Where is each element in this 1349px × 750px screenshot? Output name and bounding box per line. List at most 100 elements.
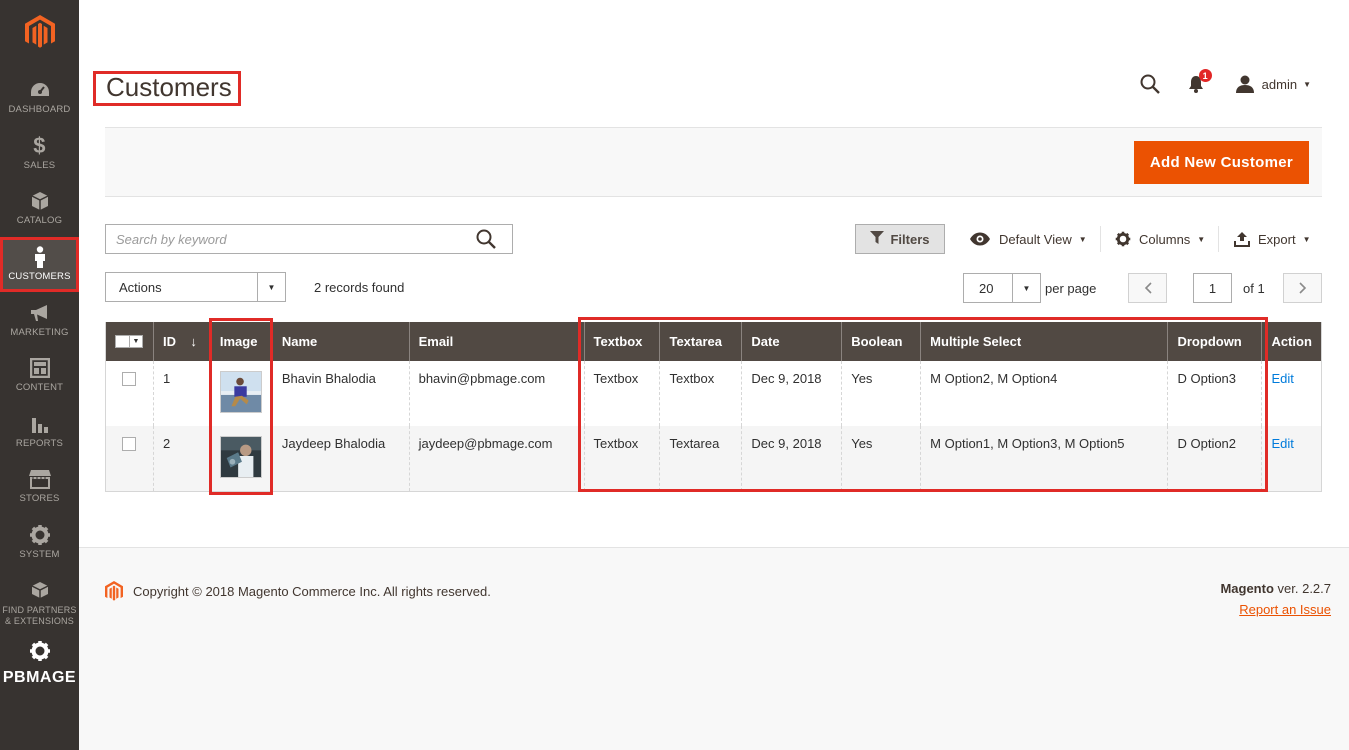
column-header-dropdown[interactable]: Dropdown <box>1167 322 1262 361</box>
page-footer: Copyright © 2018 Magento Commerce Inc. A… <box>79 547 1349 750</box>
actions-label: Actions <box>119 279 162 295</box>
edit-link[interactable]: Edit <box>1271 371 1293 386</box>
sidebar-item-sales[interactable]: $ SALES <box>0 126 79 182</box>
notifications-button[interactable]: 1 <box>1188 69 1212 93</box>
cell-multiple-select: M Option1, M Option3, M Option5 <box>920 426 1168 492</box>
mass-actions-select[interactable]: Actions ▼ <box>105 272 286 302</box>
copyright-text: Copyright © 2018 Magento Commerce Inc. A… <box>133 584 491 599</box>
sidebar-item-label: CUSTOMERS <box>8 271 71 283</box>
customer-photo[interactable] <box>219 371 262 413</box>
table-row[interactable]: 2 Jaydeep Bhalodia jaydeep@pbmage.com Te… <box>105 426 1322 492</box>
toolbar-divider <box>1218 226 1219 252</box>
customers-grid: ▼ ID ↓ Image Name Email Textbox Textarea … <box>105 322 1322 492</box>
cell-id: 2 <box>152 426 211 492</box>
gear-icon <box>1115 231 1131 247</box>
page-number-input[interactable]: 1 <box>1193 273 1232 303</box>
magento-logo[interactable] <box>0 0 79 64</box>
footer-version: ver. 2.2.7 <box>1273 581 1331 596</box>
column-header-image[interactable]: Image <box>209 322 273 361</box>
filters-button[interactable]: Filters <box>855 224 945 254</box>
records-found: 2 records found <box>314 280 405 295</box>
sidebar-item-label: STORES <box>19 493 60 505</box>
filters-label: Filters <box>890 231 930 247</box>
dashboard-icon <box>29 79 51 101</box>
cell-name: Bhavin Bhalodia <box>271 361 410 426</box>
admin-user-menu[interactable]: admin ▼ <box>1235 75 1311 93</box>
export-label: Export <box>1258 231 1296 247</box>
chevron-down-icon: ▼ <box>1012 274 1040 302</box>
export-dropdown[interactable]: Export ▼ <box>1234 224 1311 254</box>
cell-date: Dec 9, 2018 <box>741 426 842 492</box>
chevron-left-icon <box>1144 282 1152 294</box>
cell-multiple-select: M Option2, M Option4 <box>920 361 1168 426</box>
person-icon <box>33 246 47 269</box>
column-header-name[interactable]: Name <box>271 322 410 361</box>
copyright: Copyright © 2018 Magento Commerce Inc. A… <box>105 581 491 602</box>
sidebar-item-catalog[interactable]: CATALOG <box>0 181 79 237</box>
row-checkbox[interactable] <box>122 437 136 451</box>
toolbar-divider <box>1100 226 1101 252</box>
megaphone-icon <box>29 302 51 324</box>
sort-arrow-icon: ↓ <box>190 334 197 349</box>
user-icon <box>1235 75 1254 93</box>
sidebar-item-label: FIND PARTNERS <box>2 604 77 615</box>
search-input[interactable] <box>106 225 466 253</box>
sidebar-item-stores[interactable]: STORES <box>0 459 79 515</box>
column-header-textbox[interactable]: Textbox <box>583 322 660 361</box>
add-new-customer-button[interactable]: Add New Customer <box>1133 141 1309 184</box>
customer-photo[interactable] <box>219 436 262 478</box>
column-header-textarea[interactable]: Textarea <box>659 322 742 361</box>
default-view-dropdown[interactable]: Default View ▼ <box>969 224 1087 254</box>
sidebar-item-label: SALES <box>23 159 56 171</box>
sidebar-nav: DASHBOARD $ SALES CATALOG CUSTOMERS MARK… <box>0 70 79 636</box>
cell-boolean: Yes <box>841 361 921 426</box>
cell-action: Edit <box>1261 361 1322 426</box>
sidebar-item-label-2: & EXTENSIONS <box>5 615 74 626</box>
sidebar-item-marketing[interactable]: MARKETING <box>0 292 79 348</box>
chevron-right-icon <box>1298 282 1306 294</box>
per-page-select[interactable]: 20 ▼ <box>963 273 1041 303</box>
select-all-header[interactable]: ▼ <box>105 322 154 361</box>
chevron-down-icon: ▼ <box>1197 234 1206 244</box>
layout-icon <box>29 357 50 379</box>
row-checkbox[interactable] <box>122 372 136 386</box>
cube-icon <box>30 190 50 212</box>
sidebar-item-label: MARKETING <box>10 326 69 338</box>
bar-chart-icon <box>30 413 50 435</box>
view-label: Default View <box>999 231 1072 247</box>
edit-link[interactable]: Edit <box>1271 436 1293 451</box>
sidebar-item-system[interactable]: SYSTEM <box>0 515 79 571</box>
dollar-icon: $ <box>33 132 46 158</box>
column-header-action: Action <box>1261 322 1322 361</box>
column-header-id[interactable]: ID ↓ <box>152 322 211 361</box>
admin-sidebar: DASHBOARD $ SALES CATALOG CUSTOMERS MARK… <box>0 0 79 750</box>
report-issue-link[interactable]: Report an Issue <box>1220 602 1331 617</box>
column-header-email[interactable]: Email <box>408 322 584 361</box>
eye-icon <box>969 232 991 246</box>
column-header-boolean[interactable]: Boolean <box>841 322 921 361</box>
sidebar-item-reports[interactable]: REPORTS <box>0 404 79 460</box>
brand-label: PBMAGE <box>2 669 77 686</box>
pbmage-brand[interactable]: PBMAGE <box>0 640 79 687</box>
columns-label: Columns <box>1139 231 1191 247</box>
sidebar-item-customers[interactable]: CUSTOMERS <box>0 236 79 293</box>
per-page-label: per page <box>1045 281 1097 296</box>
chevron-down-icon[interactable]: ▼ <box>130 335 143 348</box>
header-actions: 1 admin ▼ <box>1140 69 1311 98</box>
next-page-button[interactable] <box>1283 273 1322 303</box>
sidebar-item-label: CATALOG <box>16 215 63 227</box>
columns-dropdown[interactable]: Columns ▼ <box>1115 224 1205 254</box>
sidebar-item-find-partners[interactable]: FIND PARTNERS & EXTENSIONS <box>0 570 79 636</box>
column-header-date[interactable]: Date <box>741 322 842 361</box>
search-icon[interactable] <box>1140 74 1160 94</box>
sidebar-item-content[interactable]: CONTENT <box>0 348 79 404</box>
search-icon[interactable] <box>476 229 496 254</box>
page-actions-bar: Add New Customer <box>105 127 1322 197</box>
prev-page-button[interactable] <box>1128 273 1167 303</box>
column-header-multiple-select[interactable]: Multiple Select <box>920 322 1168 361</box>
select-all-checkbox[interactable] <box>115 335 130 348</box>
sidebar-item-dashboard[interactable]: DASHBOARD <box>0 70 79 126</box>
chevron-down-icon: ▼ <box>257 273 285 301</box>
keyword-search <box>105 224 513 254</box>
table-row[interactable]: 1 Bhavin Bhalodia bhavin@pbmage.com Text… <box>105 361 1322 426</box>
